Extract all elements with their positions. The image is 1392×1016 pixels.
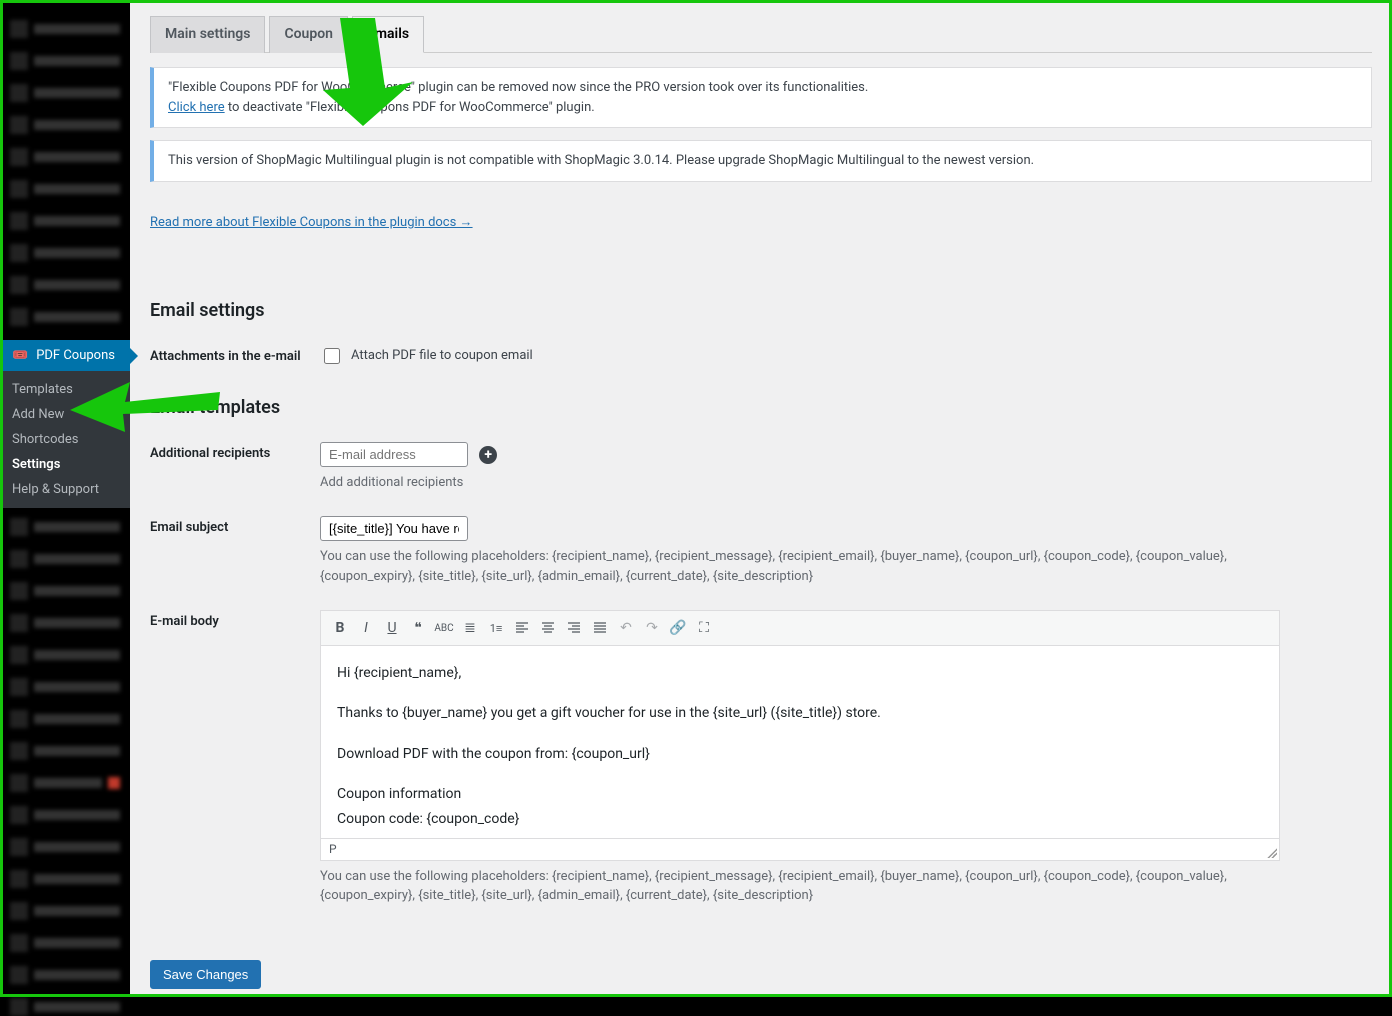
ul-icon[interactable]: ≣ bbox=[459, 617, 481, 639]
attachments-label: Attachments in the e-mail bbox=[150, 345, 320, 367]
subject-desc: You can use the following placeholders: … bbox=[320, 547, 1280, 586]
admin-sidebar: 🎟️ PDF Coupons Templates Add New Shortco… bbox=[0, 0, 130, 997]
align-justify-icon[interactable] bbox=[589, 617, 611, 639]
resize-handle-icon[interactable] bbox=[1267, 848, 1277, 858]
subject-input[interactable] bbox=[320, 516, 468, 541]
recipients-label: Additional recipients bbox=[150, 442, 320, 493]
tab-emails[interactable]: Emails bbox=[352, 16, 424, 53]
sidebar-item-help-support[interactable]: Help & Support bbox=[0, 477, 130, 502]
notice-shopmagic: This version of ShopMagic Multilingual p… bbox=[150, 140, 1372, 182]
docs-link[interactable]: Read more about Flexible Coupons in the … bbox=[150, 214, 473, 230]
sidebar-menu-pdf-coupons[interactable]: 🎟️ PDF Coupons bbox=[0, 340, 130, 371]
add-recipient-button[interactable]: + bbox=[479, 446, 497, 464]
align-left-icon[interactable] bbox=[511, 617, 533, 639]
sidebar-item-templates[interactable]: Templates bbox=[0, 377, 130, 402]
sidebar-menu-label: PDF Coupons bbox=[36, 348, 115, 363]
redo-icon[interactable]: ↷ bbox=[641, 617, 663, 639]
notice-deactivate-plugin: "Flexible Coupons PDF for WooCommerce" p… bbox=[150, 67, 1372, 128]
plus-icon: + bbox=[484, 447, 492, 463]
main-content: Main settings Coupon Emails "Flexible Co… bbox=[130, 0, 1392, 997]
sidebar-item-shortcodes[interactable]: Shortcodes bbox=[0, 427, 130, 452]
email-body-editor[interactable]: B I U ❝ ABC ≣ 1≡ bbox=[320, 610, 1280, 861]
italic-icon[interactable]: I bbox=[355, 617, 377, 639]
save-changes-button[interactable]: Save Changes bbox=[150, 960, 261, 989]
sidebar-submenu: Templates Add New Shortcodes Settings He… bbox=[0, 371, 130, 508]
undo-icon[interactable]: ↶ bbox=[615, 617, 637, 639]
attach-pdf-label: Attach PDF file to coupon email bbox=[351, 348, 533, 363]
body-desc: You can use the following placeholders: … bbox=[320, 867, 1280, 906]
sidebar-item-add-new[interactable]: Add New bbox=[0, 402, 130, 427]
align-center-icon[interactable] bbox=[537, 617, 559, 639]
align-right-icon[interactable] bbox=[563, 617, 585, 639]
editor-toolbar: B I U ❝ ABC ≣ 1≡ bbox=[321, 611, 1279, 646]
body-label: E-mail body bbox=[150, 610, 320, 906]
quote-icon[interactable]: ❝ bbox=[407, 617, 429, 639]
notice-click-here-link[interactable]: Click here bbox=[168, 100, 225, 115]
section-email-settings: Email settings bbox=[150, 300, 1372, 321]
ol-icon[interactable]: 1≡ bbox=[485, 617, 507, 639]
bold-icon[interactable]: B bbox=[329, 617, 351, 639]
editor-statusbar: P bbox=[321, 838, 1279, 860]
sidebar-blurred-top bbox=[0, 20, 130, 326]
sidebar-item-settings[interactable]: Settings bbox=[0, 452, 130, 477]
editor-content[interactable]: Hi {recipient_name}, Thanks to {buyer_na… bbox=[321, 646, 1279, 838]
fullscreen-icon[interactable]: ⛶ bbox=[693, 617, 715, 639]
ticket-icon: 🎟️ bbox=[12, 348, 28, 363]
underline-icon[interactable]: U bbox=[381, 617, 403, 639]
tab-coupon[interactable]: Coupon bbox=[269, 16, 348, 53]
subject-label: Email subject bbox=[150, 516, 320, 586]
recipient-email-input[interactable] bbox=[320, 442, 468, 467]
sidebar-blurred-bottom bbox=[0, 518, 130, 1016]
section-email-templates: Email templates bbox=[150, 397, 1372, 418]
settings-tabs: Main settings Coupon Emails bbox=[150, 15, 1372, 53]
attach-pdf-checkbox[interactable] bbox=[324, 348, 340, 364]
tab-main-settings[interactable]: Main settings bbox=[150, 16, 265, 53]
recipients-desc: Add additional recipients bbox=[320, 473, 1280, 493]
link-icon[interactable]: 🔗 bbox=[667, 617, 689, 639]
strike-icon[interactable]: ABC bbox=[433, 617, 455, 639]
